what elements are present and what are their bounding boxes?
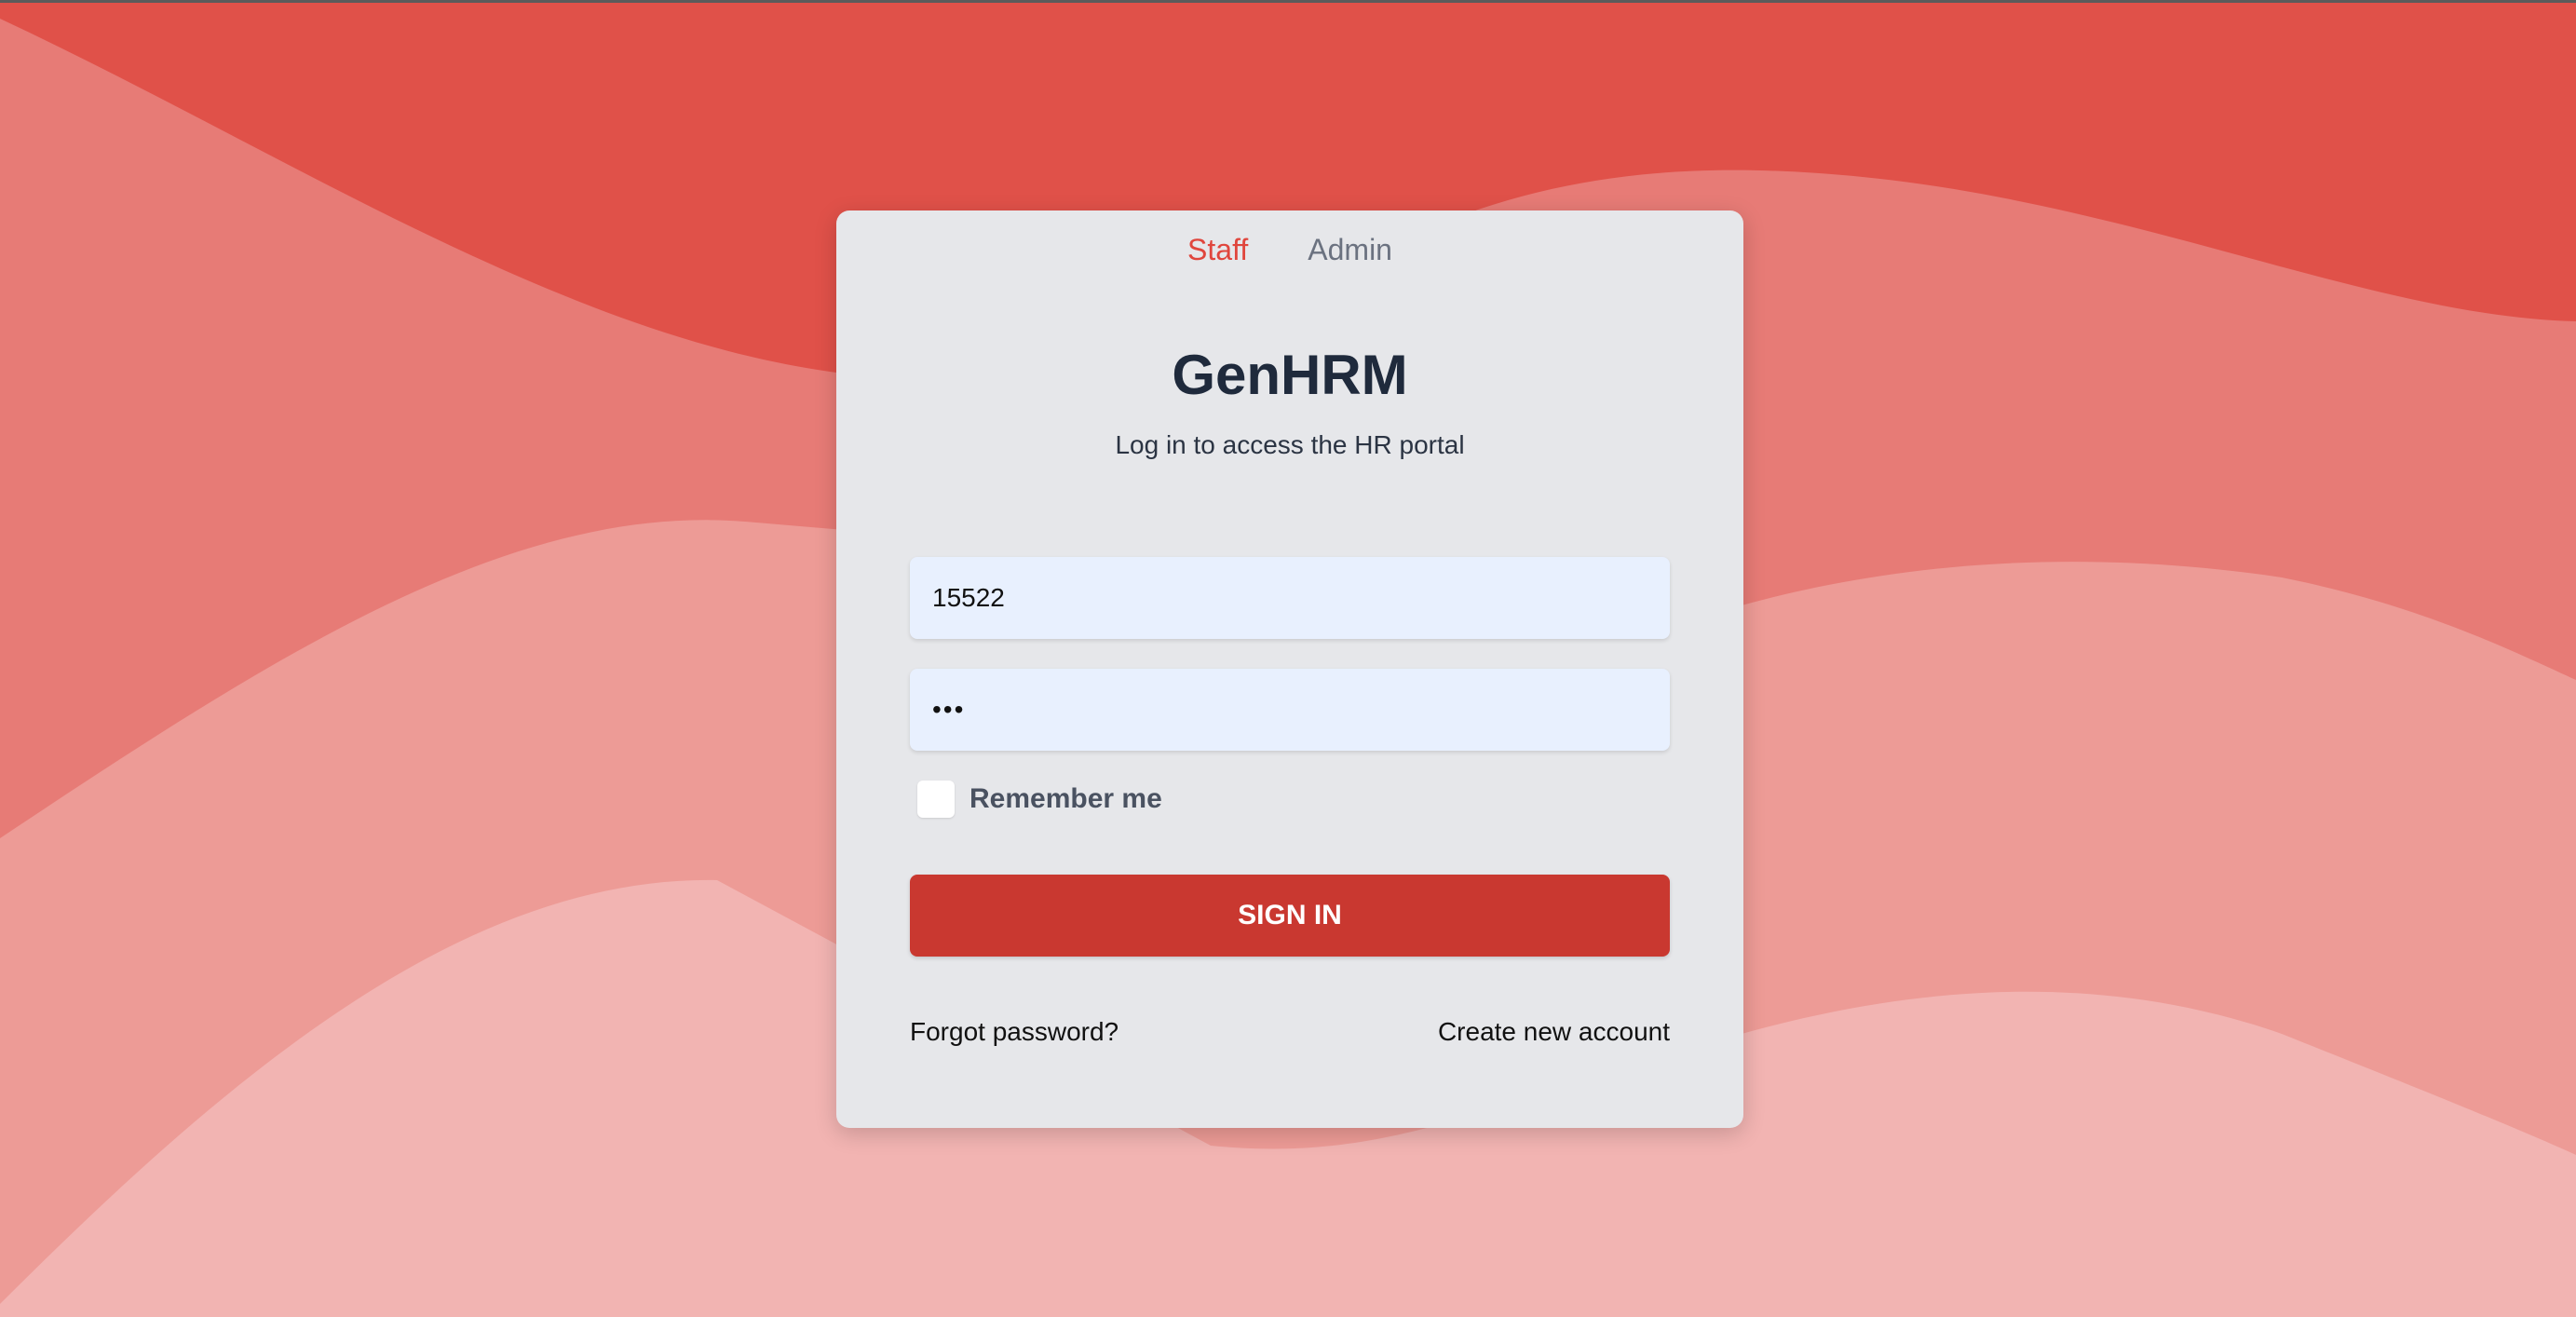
sign-in-button[interactable]: SIGN IN — [910, 875, 1670, 957]
tab-admin[interactable]: Admin — [1308, 229, 1392, 271]
app-subtitle: Log in to access the HR portal — [1115, 430, 1465, 459]
forgot-password-link[interactable]: Forgot password? — [910, 1017, 1119, 1047]
remember-me-row: Remember me — [917, 781, 1162, 818]
username-input[interactable] — [910, 557, 1670, 639]
app-title: GenHRM — [1172, 344, 1408, 406]
login-tabs: Staff Admin — [836, 229, 1743, 271]
create-account-link[interactable]: Create new account — [1438, 1017, 1670, 1047]
remember-me-label[interactable]: Remember me — [969, 783, 1162, 815]
tab-staff[interactable]: Staff — [1187, 229, 1248, 271]
remember-me-checkbox[interactable] — [917, 781, 955, 818]
login-card: Staff Admin GenHRM Log in to access the … — [836, 210, 1743, 1128]
password-input[interactable] — [910, 669, 1670, 751]
auth-links: Forgot password? Create new account — [910, 1017, 1670, 1047]
